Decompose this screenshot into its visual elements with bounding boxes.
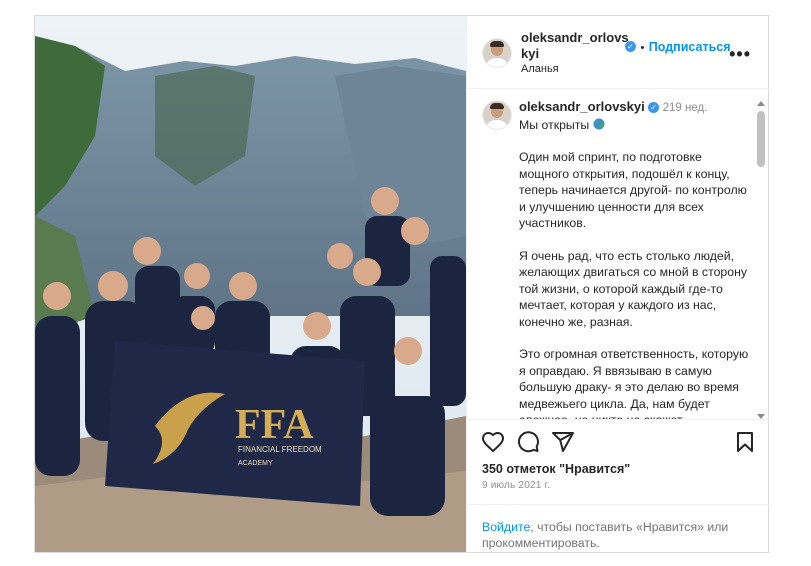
caption-header: oleksandr_orlovskyi ✓ 219 нед. xyxy=(519,99,749,117)
header-meta: ✓ • Подписаться xyxy=(625,38,731,56)
more-options-icon[interactable]: ••• xyxy=(729,44,751,65)
author-username-line1[interactable]: oleksandr_orlovs xyxy=(521,30,629,45)
caption-username[interactable]: oleksandr_orlovskyi xyxy=(519,99,645,114)
post-location[interactable]: Аланья xyxy=(521,63,559,75)
header-separator: • xyxy=(640,42,645,54)
follow-button[interactable]: Подписаться xyxy=(649,40,731,54)
login-prompt: Войдите, чтобы поставить «Нравится» или … xyxy=(467,504,769,554)
flag-logo-text: FFA xyxy=(235,402,314,448)
caption-paragraph-3: Это огромная ответственность, которую я … xyxy=(519,347,749,419)
flag-line-2: ACADEMY xyxy=(238,460,273,467)
login-link[interactable]: Войдите xyxy=(482,520,530,534)
caption-verified-icon: ✓ xyxy=(648,102,660,114)
flag-line-1: FINANCIAL FREEDOM xyxy=(238,445,322,454)
likes-count[interactable]: 350 отметок "Нравится" xyxy=(482,462,630,476)
scroll-thumb[interactable] xyxy=(757,111,765,167)
caption-paragraph-1: Один мой спринт, по подготовке мощного о… xyxy=(519,150,747,230)
caption: oleksandr_orlovskyi ✓ 219 нед. Мы открыт… xyxy=(519,99,749,419)
globe-icon xyxy=(593,118,605,129)
comment-icon[interactable] xyxy=(516,430,540,454)
post-header: oleksandr_orlovs kyi ✓ • Подписаться Ала… xyxy=(467,16,769,89)
caption-avatar[interactable] xyxy=(482,100,512,130)
caption-paragraph-2: Я очень рад, что есть столько людей, жел… xyxy=(519,248,748,329)
post-photo[interactable]: FFA FINANCIAL FREEDOM ACADEMY xyxy=(35,16,466,552)
caption-first-line: Мы открыты xyxy=(519,117,590,132)
comments-scrollbar[interactable] xyxy=(756,101,766,419)
author-info: oleksandr_orlovs kyi xyxy=(521,30,629,62)
login-prompt-text: Войдите, чтобы поставить «Нравится» или … xyxy=(482,519,752,551)
bookmark-icon[interactable] xyxy=(733,430,757,454)
verified-badge-icon: ✓ xyxy=(625,41,636,53)
author-username-line2[interactable]: kyi xyxy=(521,46,539,61)
photo-illustration: FFA FINANCIAL FREEDOM ACADEMY xyxy=(35,16,466,552)
post-sidebar: oleksandr_orlovs kyi ✓ • Подписаться Ала… xyxy=(466,16,769,552)
post-actions: 350 отметок "Нравится" 9 июль 2021 г. Во… xyxy=(467,419,769,553)
share-icon[interactable] xyxy=(551,430,575,454)
caption-age[interactable]: 219 нед. xyxy=(663,102,708,114)
heart-icon[interactable] xyxy=(481,430,505,454)
instagram-post: FFA FINANCIAL FREEDOM ACADEMY oleksandr_… xyxy=(34,15,769,553)
post-date[interactable]: 9 июль 2021 г. xyxy=(482,480,550,491)
scroll-up-arrow-icon[interactable] xyxy=(757,101,765,106)
author-avatar[interactable] xyxy=(482,38,512,68)
comments-area[interactable]: oleksandr_orlovskyi ✓ 219 нед. Мы открыт… xyxy=(467,89,769,419)
